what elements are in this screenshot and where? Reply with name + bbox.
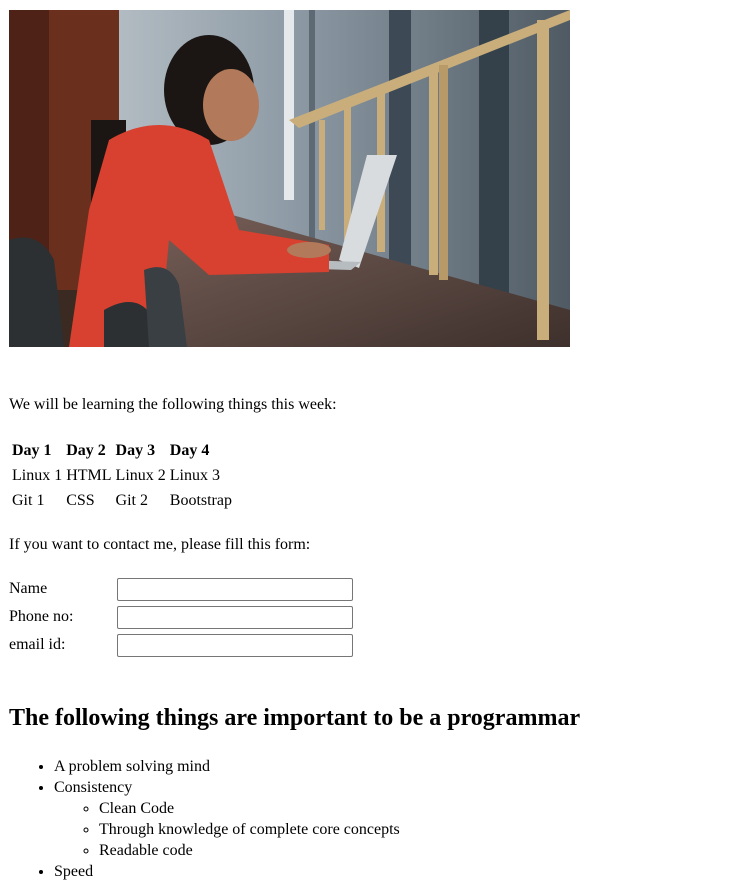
- name-label: Name: [9, 580, 48, 597]
- table-header-cell: Day 4: [169, 442, 210, 459]
- contact-text: If you want to contact me, please fill t…: [9, 536, 311, 553]
- skills-list: A problem solving mind Consistency Clean…: [9, 756, 400, 882]
- sub-list-item: Through knowledge of complete core conce…: [99, 819, 400, 840]
- table-cell: CSS: [66, 492, 95, 509]
- intro-text: We will be learning the following things…: [9, 396, 337, 413]
- table-row: Git 1 CSS Git 2 Bootstrap: [11, 489, 233, 512]
- section-heading: The following things are important to be…: [9, 705, 581, 731]
- sub-list-item: Readable code: [99, 840, 400, 861]
- list-item: Consistency Clean Code Through knowledge…: [54, 777, 400, 861]
- table-cell: Bootstrap: [169, 492, 232, 509]
- table-cell: HTML: [66, 467, 112, 484]
- list-item: Speed: [54, 861, 400, 882]
- sub-list-item: Clean Code: [99, 798, 400, 819]
- table-cell: Linux 2: [115, 467, 166, 484]
- list-item-label: Consistency: [54, 779, 133, 796]
- table-cell: Git 2: [115, 492, 148, 509]
- table-header-cell: Day 1: [12, 442, 52, 459]
- phone-row: Phone no:: [9, 606, 369, 630]
- email-input[interactable]: [117, 634, 353, 657]
- phone-input[interactable]: [117, 606, 353, 629]
- table-header-cell: Day 2: [66, 442, 106, 459]
- table-cell: Git 1: [12, 492, 45, 509]
- table-row: Linux 1 HTML Linux 2 Linux 3: [11, 464, 233, 487]
- schedule-table: Day 1 Day 2 Day 3 Day 4 Linux 1 HTML Lin…: [9, 437, 235, 514]
- email-row: email id:: [9, 634, 369, 658]
- name-row: Name: [9, 578, 369, 602]
- table-header-row: Day 1 Day 2 Day 3 Day 4: [11, 439, 233, 462]
- hero-image: [9, 10, 570, 347]
- table-cell: Linux 3: [169, 467, 220, 484]
- table-header-cell: Day 3: [115, 442, 156, 459]
- phone-label: Phone no:: [9, 608, 74, 625]
- name-input[interactable]: [117, 578, 353, 601]
- table-cell: Linux 1: [12, 467, 63, 484]
- sub-list: Clean Code Through knowledge of complete…: [54, 798, 400, 861]
- email-label: email id:: [9, 636, 66, 653]
- list-item: A problem solving mind: [54, 756, 400, 777]
